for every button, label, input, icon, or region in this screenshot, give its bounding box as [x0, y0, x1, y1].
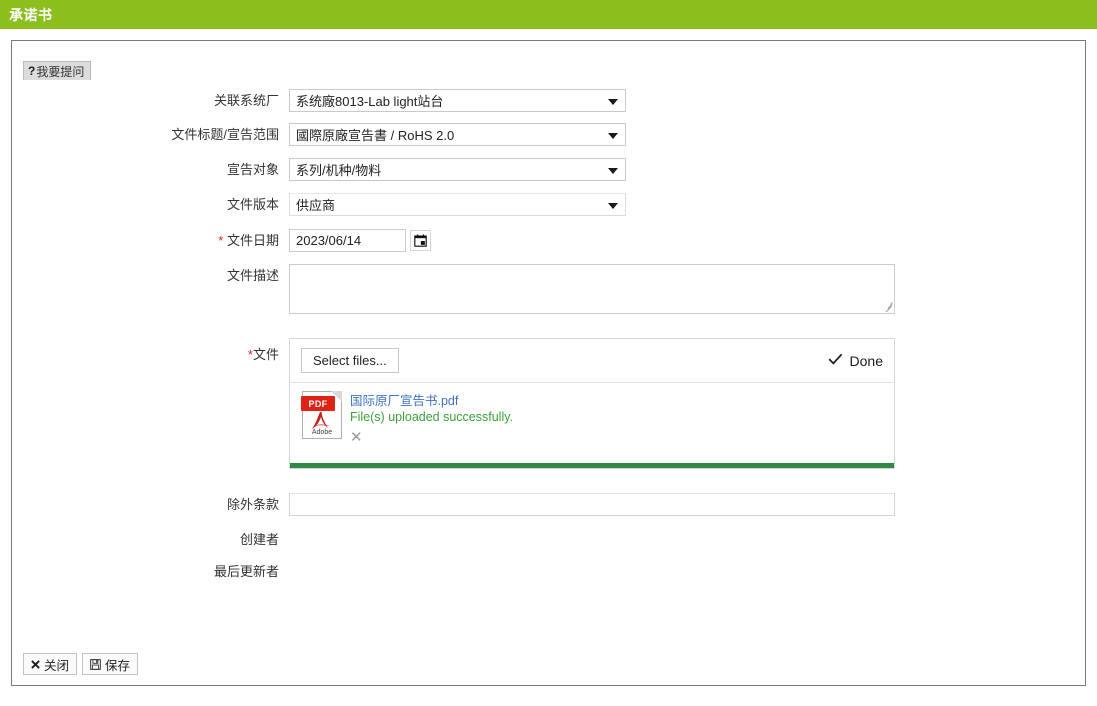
- save-button[interactable]: 保存: [82, 653, 139, 675]
- upload-toolbar: Select files... Done: [290, 339, 894, 383]
- calendar-icon: [414, 234, 427, 247]
- tab-strip: ? 我要提问: [23, 61, 92, 80]
- save-disk-icon: [90, 658, 101, 670]
- save-button-label: 保存: [105, 658, 131, 673]
- label-last-updater: 最后更新者: [213, 564, 279, 579]
- field-doc-version: 供应商: [289, 193, 1085, 216]
- app-header-bar: 承诺书: [0, 0, 1097, 29]
- form-row-doc-date: * 文件日期 2023/06/14: [12, 229, 1085, 253]
- select-files-button-label: Select files...: [313, 353, 387, 368]
- pdf-badge-label: PDF: [301, 396, 335, 411]
- date-input-doc-date[interactable]: 2023/06/14: [289, 229, 406, 252]
- form-row-creator: 创建者: [12, 528, 1085, 552]
- label-doc-date: * 文件日期: [12, 229, 289, 253]
- declaration-form: 关联系统厂 系统廠8013-Lab light站台 文件标题/宣告范围 國際原廠…: [12, 89, 1085, 584]
- label-doc-description: 文件描述: [226, 268, 279, 283]
- uploaded-file-status: File(s) uploaded successfully.: [350, 410, 514, 424]
- calendar-picker-button[interactable]: [410, 230, 431, 251]
- upload-progress-bar: [290, 463, 894, 468]
- date-input-value: 2023/06/14: [296, 233, 362, 248]
- label-file-upload-text: 文件: [252, 347, 279, 362]
- select-declare-target[interactable]: 系列/机种/物料: [289, 158, 626, 181]
- select-files-button[interactable]: Select files...: [301, 348, 399, 373]
- upload-done-label: Done: [849, 352, 883, 369]
- form-row-doc-description: 文件描述: [12, 264, 1085, 314]
- tab-ask-question-label: 我要提问: [36, 64, 85, 79]
- page-body: ? 我要提问 关联系统厂 系统廠8013-Lab light站台 文件标题/宣告…: [0, 29, 1097, 706]
- chevron-down-icon: [608, 132, 618, 139]
- form-row-last-updater: 最后更新者: [12, 560, 1085, 584]
- close-button-label: 关闭: [44, 658, 70, 673]
- field-doc-title: 國際原廠宣告書 / RoHS 2.0: [289, 123, 1085, 146]
- label-declare-target: 宣告对象: [226, 162, 279, 177]
- label-linked-factory: 关联系统厂: [213, 93, 279, 108]
- label-exclusion-clause: 除外条款: [226, 497, 279, 512]
- form-footer: 关闭 保存: [23, 653, 139, 675]
- label-doc-version: 文件版本: [226, 197, 279, 212]
- field-declare-target: 系列/机种/物料: [289, 158, 1085, 181]
- chevron-down-icon: [608, 202, 618, 209]
- chevron-down-icon: [608, 98, 618, 105]
- question-mark-icon: ?: [28, 64, 36, 78]
- select-declare-target-value: 系列/机种/物料: [296, 163, 382, 178]
- form-row-linked-factory: 关联系统厂 系统廠8013-Lab light站台: [12, 89, 1085, 113]
- field-linked-factory: 系统廠8013-Lab light站台: [289, 89, 1085, 112]
- upload-panel: Select files... Done PDF Adobe 国际原厂宣告书.p…: [289, 338, 895, 469]
- label-doc-date-text: 文件日期: [226, 233, 279, 248]
- pdf-brand-label: Adobe: [311, 429, 333, 436]
- adobe-swirl-icon: [312, 412, 331, 429]
- chevron-down-icon: [608, 167, 618, 174]
- field-doc-description: [289, 264, 1085, 314]
- field-exclusion-clause: [289, 493, 1085, 516]
- uploaded-file-item: 国际原厂宣告书.pdf File(s) uploaded successfull…: [350, 391, 513, 463]
- form-row-doc-title: 文件标题/宣告范围 國際原廠宣告書 / RoHS 2.0: [12, 123, 1085, 147]
- select-doc-version[interactable]: 供应商: [289, 193, 626, 216]
- pdf-file-icon: PDF Adobe: [301, 391, 342, 439]
- close-icon: [31, 659, 40, 669]
- input-exclusion-clause[interactable]: [289, 493, 895, 516]
- form-row-exclusion-clause: 除外条款: [12, 493, 1085, 517]
- field-doc-date: 2023/06/14: [289, 229, 1085, 252]
- label-doc-title: 文件标题/宣告范围: [171, 127, 279, 142]
- tab-ask-question[interactable]: ? 我要提问: [23, 61, 92, 80]
- page-title: 承诺书: [9, 6, 53, 23]
- check-icon: [828, 353, 843, 368]
- select-doc-title[interactable]: 國際原廠宣告書 / RoHS 2.0: [289, 123, 626, 146]
- form-row-declare-target: 宣告对象 系列/机种/物料: [12, 158, 1085, 182]
- uploaded-file-list: PDF Adobe 国际原厂宣告书.pdf File(s) uploaded s…: [290, 383, 894, 463]
- resize-grip-icon[interactable]: [882, 301, 893, 312]
- form-row-doc-version: 文件版本 供应商: [12, 193, 1085, 217]
- form-row-file-upload: *文件 Select files... Done PDF Adobe 国际原厂宣…: [12, 338, 1085, 469]
- uploaded-file-name[interactable]: 国际原厂宣告书.pdf: [350, 393, 513, 409]
- label-creator: 创建者: [239, 532, 279, 547]
- field-file-upload: Select files... Done PDF Adobe 国际原厂宣告书.p…: [289, 338, 1085, 469]
- upload-done-status: Done: [828, 353, 883, 369]
- select-linked-factory[interactable]: 系统廠8013-Lab light站台: [289, 89, 626, 112]
- close-button[interactable]: 关闭: [23, 653, 78, 675]
- form-panel: ? 我要提问 关联系统厂 系统廠8013-Lab light站台 文件标题/宣告…: [11, 40, 1086, 686]
- select-linked-factory-value: 系统廠8013-Lab light站台: [296, 94, 444, 109]
- required-asterisk: *: [218, 233, 224, 248]
- label-file-upload: *文件: [12, 338, 289, 372]
- select-doc-title-value: 國際原廠宣告書 / RoHS 2.0: [296, 128, 455, 143]
- select-doc-version-value: 供应商: [296, 198, 336, 213]
- remove-file-icon[interactable]: ✕: [350, 430, 364, 445]
- textarea-doc-description[interactable]: [289, 264, 895, 314]
